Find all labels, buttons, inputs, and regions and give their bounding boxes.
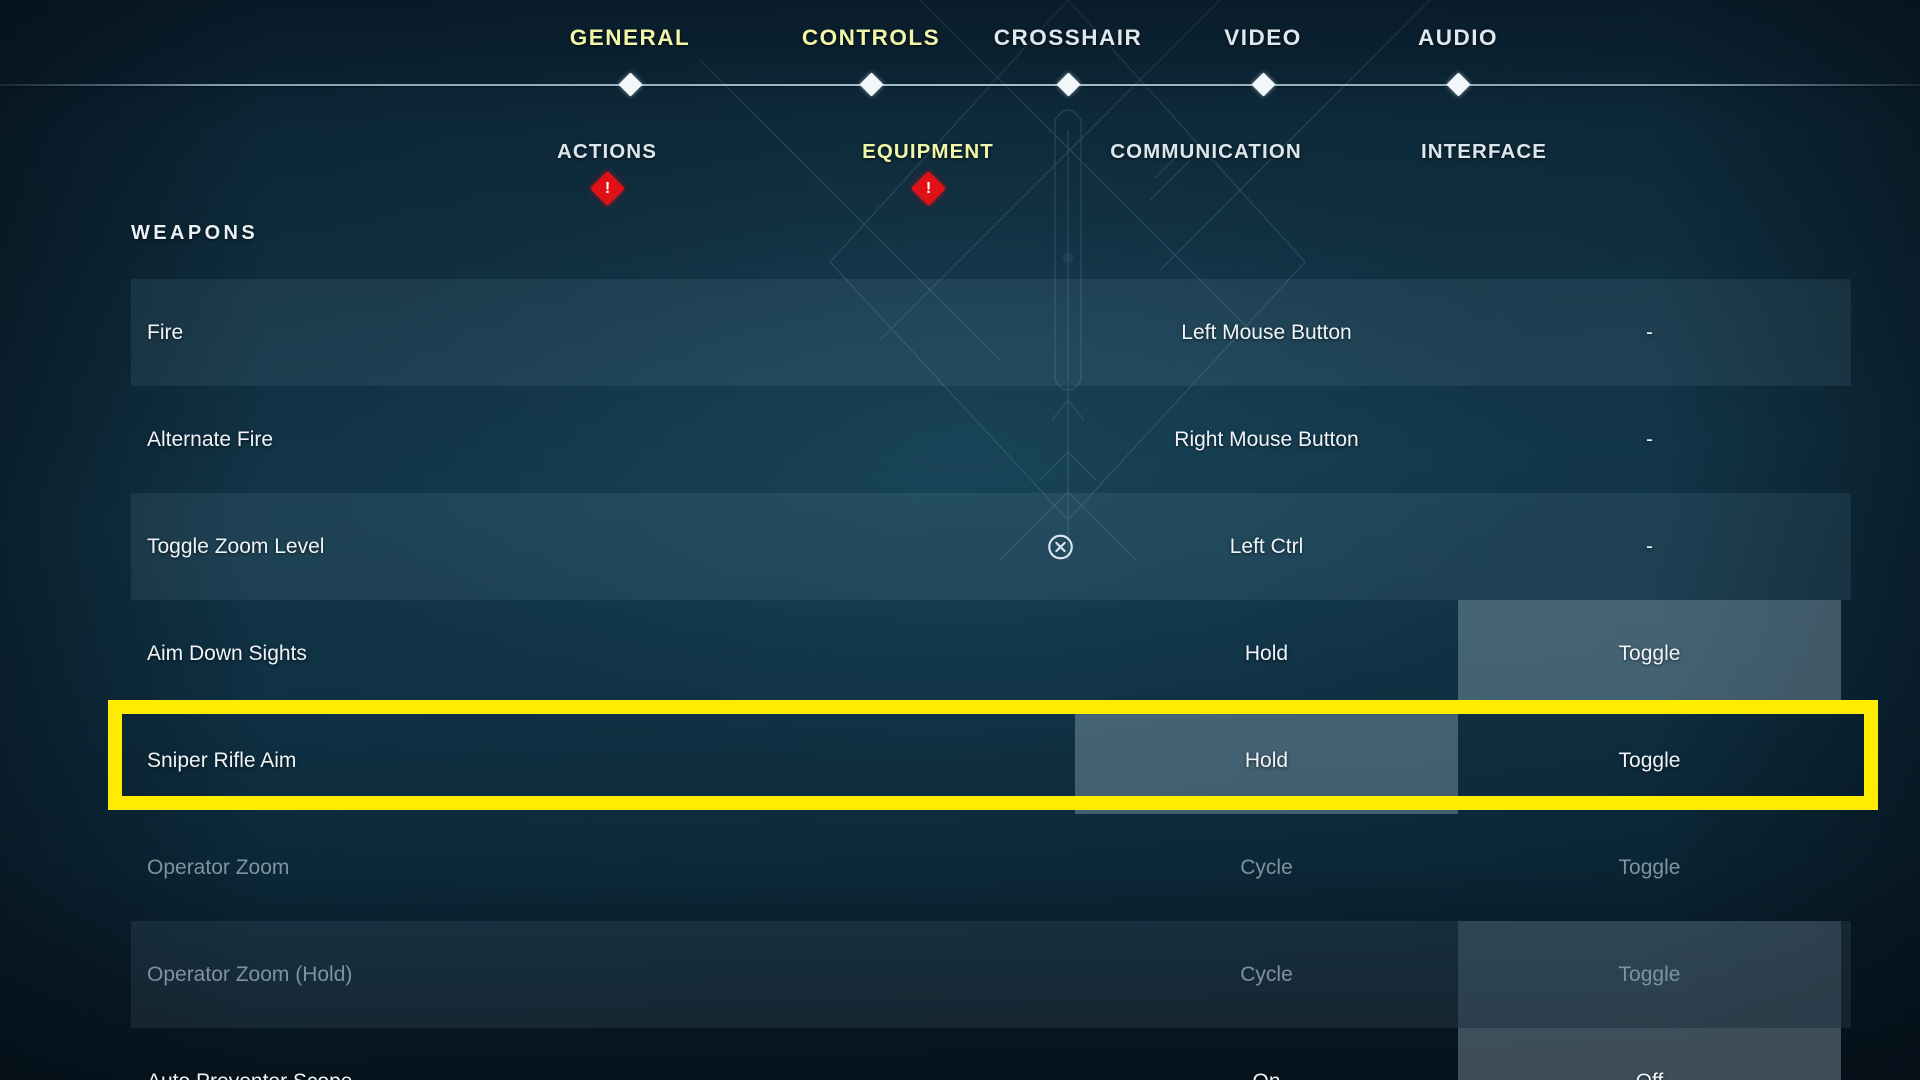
table-row[interactable]: Fire Left Mouse Button - xyxy=(131,279,1851,386)
key-bindings-table: Fire Left Mouse Button - Alternate Fire … xyxy=(131,279,1851,1080)
binding-action-label: Auto Preventer Scope xyxy=(131,1028,1075,1080)
binding-action-label: Sniper Rifle Aim xyxy=(147,748,297,772)
subtab-actions[interactable]: ACTIONS xyxy=(557,140,657,164)
tab-general[interactable]: GENERAL xyxy=(570,25,691,51)
tab-marker-general[interactable] xyxy=(617,72,643,97)
table-row[interactable]: Toggle Zoom Level Left Ctrl - xyxy=(131,493,1851,600)
settings-screen: GENERAL CONTROLS CROSSHAIR VIDEO AUDIO A… xyxy=(0,0,1920,1080)
alert-badge-icon-equipment xyxy=(910,170,946,207)
table-row[interactable]: Sniper Rifle Aim Hold Toggle xyxy=(131,707,1851,814)
binding-primary-value: On xyxy=(1252,1070,1280,1080)
subtab-interface[interactable]: INTERFACE xyxy=(1421,140,1547,164)
binding-secondary-value: - xyxy=(1646,534,1653,558)
binding-action-label: Fire xyxy=(147,320,184,344)
tab-controls[interactable]: CONTROLS xyxy=(802,25,940,51)
binding-secondary-cell[interactable]: Off xyxy=(1458,1028,1841,1080)
section-heading-weapons: WEAPONS xyxy=(131,222,259,244)
binding-action-label: Aim Down Sights xyxy=(147,641,307,665)
binding-primary-cell: Cycle xyxy=(1075,814,1458,921)
binding-secondary-cell[interactable]: - xyxy=(1458,493,1841,600)
tab-marker-controls[interactable] xyxy=(858,72,884,97)
tab-video[interactable]: VIDEO xyxy=(1224,25,1302,51)
tab-audio[interactable]: AUDIO xyxy=(1418,25,1498,51)
binding-primary-cell[interactable]: Hold xyxy=(1075,707,1458,814)
binding-secondary-cell[interactable]: Toggle xyxy=(1458,600,1841,707)
binding-primary-value: Left Mouse Button xyxy=(1181,320,1352,344)
primary-nav: GENERAL CONTROLS CROSSHAIR VIDEO AUDIO xyxy=(0,0,1920,104)
binding-secondary-value: Off xyxy=(1636,1070,1664,1080)
binding-action-label: Toggle Zoom Level xyxy=(147,534,325,558)
binding-secondary-value: Toggle xyxy=(1618,748,1681,772)
binding-secondary-value: - xyxy=(1646,320,1653,344)
tab-crosshair[interactable]: CROSSHAIR xyxy=(994,25,1143,51)
subtab-equipment[interactable]: EQUIPMENT xyxy=(862,140,994,164)
binding-secondary-cell: Toggle xyxy=(1458,921,1841,1028)
binding-primary-value: Cycle xyxy=(1240,855,1293,879)
table-row: Operator Zoom Cycle Toggle xyxy=(131,814,1851,921)
subtab-communication[interactable]: COMMUNICATION xyxy=(1110,140,1302,164)
binding-secondary-value: Toggle xyxy=(1618,962,1681,986)
binding-primary-value: Hold xyxy=(1244,748,1289,772)
binding-secondary-value: Toggle xyxy=(1618,641,1681,665)
tab-marker-crosshair[interactable] xyxy=(1055,72,1081,97)
tab-marker-audio[interactable] xyxy=(1445,72,1471,97)
nav-divider-line xyxy=(0,84,1920,86)
binding-primary-cell[interactable]: On xyxy=(1075,1028,1458,1080)
binding-primary-cell[interactable]: Left Mouse Button xyxy=(1075,279,1458,386)
binding-secondary-value: - xyxy=(1646,427,1653,451)
binding-primary-value: Left Ctrl xyxy=(1229,534,1304,558)
tab-marker-video[interactable] xyxy=(1250,72,1276,97)
binding-primary-value: Hold xyxy=(1244,641,1289,665)
binding-primary-cell[interactable]: Hold xyxy=(1075,600,1458,707)
binding-secondary-cell[interactable]: - xyxy=(1458,386,1841,493)
binding-action-label: Alternate Fire xyxy=(147,427,274,451)
alert-badge-icon-actions xyxy=(589,170,625,207)
circle-x-icon[interactable] xyxy=(1047,533,1074,560)
secondary-nav: ACTIONS EQUIPMENT COMMUNICATION INTERFAC… xyxy=(0,104,1920,207)
table-row[interactable]: Auto Preventer Scope On Off xyxy=(131,1028,1851,1080)
binding-primary-value: Right Mouse Button xyxy=(1174,427,1359,451)
binding-primary-cell[interactable]: Right Mouse Button xyxy=(1075,386,1458,493)
binding-secondary-cell[interactable]: Toggle xyxy=(1458,707,1841,814)
binding-primary-cell[interactable]: Left Ctrl xyxy=(1048,493,1458,600)
binding-action-label: Operator Zoom (Hold) xyxy=(147,962,353,986)
binding-secondary-value: Toggle xyxy=(1618,855,1681,879)
binding-primary-cell: Cycle xyxy=(1075,921,1458,1028)
table-row[interactable]: Aim Down Sights Hold Toggle xyxy=(131,600,1851,707)
binding-secondary-cell[interactable]: - xyxy=(1458,279,1841,386)
table-row[interactable]: Alternate Fire Right Mouse Button - xyxy=(131,386,1851,493)
binding-primary-value: Cycle xyxy=(1240,962,1293,986)
binding-action-label: Operator Zoom xyxy=(147,855,290,879)
table-row: Operator Zoom (Hold) Cycle Toggle xyxy=(131,921,1851,1028)
binding-secondary-cell: Toggle xyxy=(1458,814,1841,921)
